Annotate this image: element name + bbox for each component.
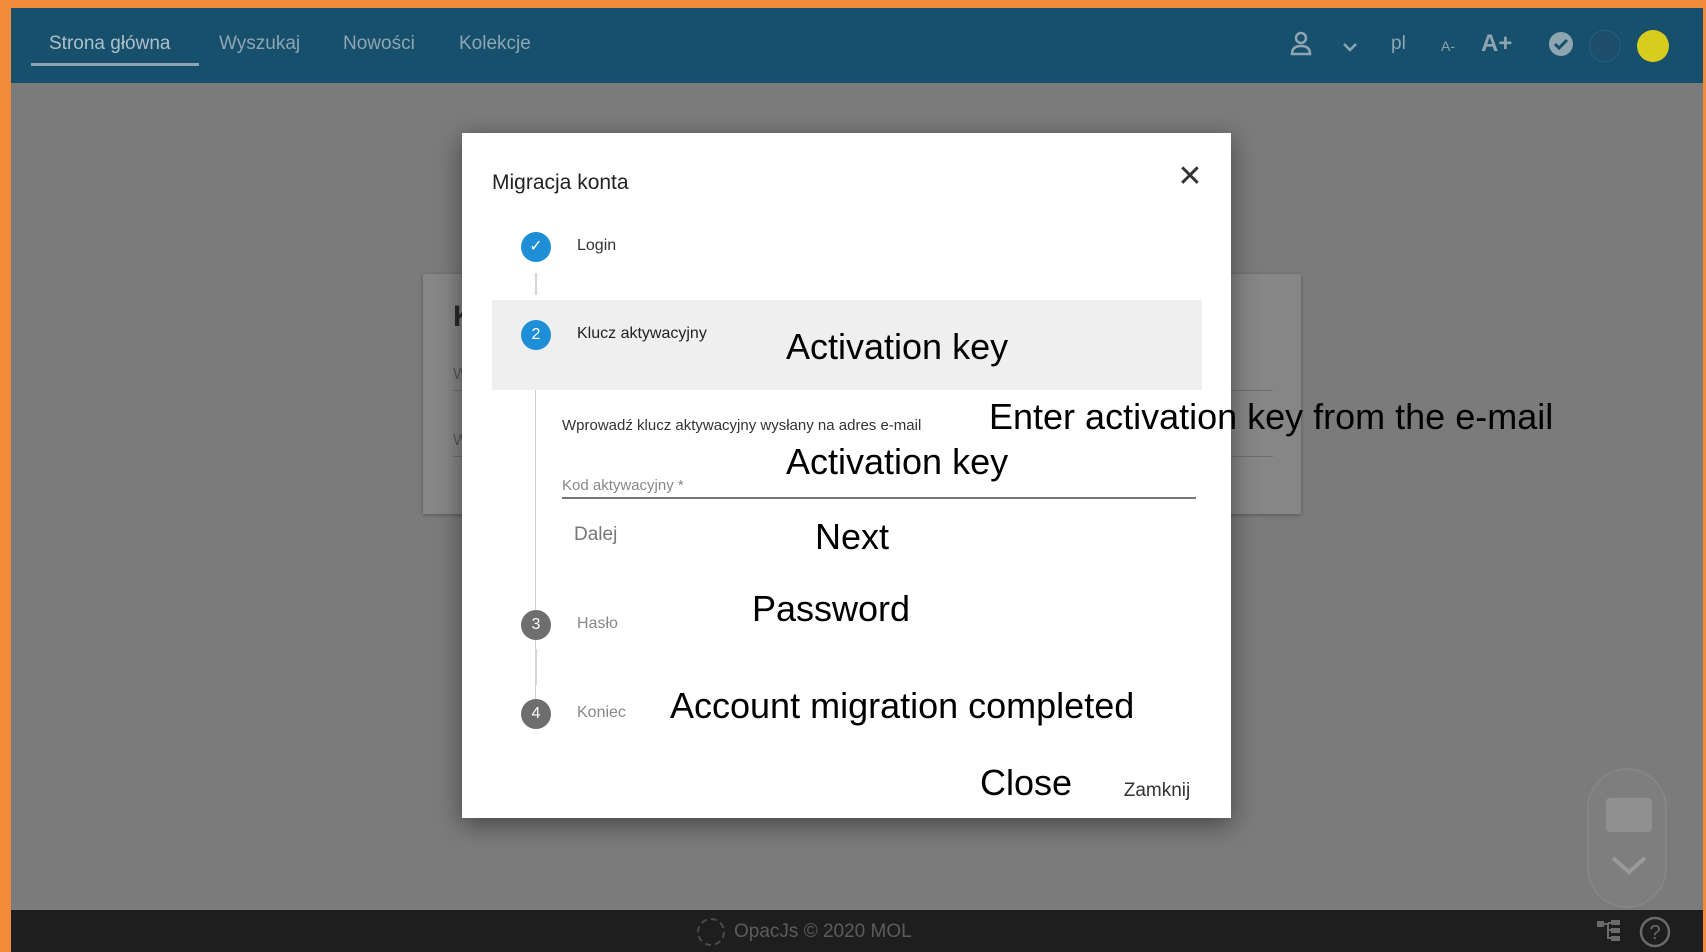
chevron-down-icon[interactable]: [1341, 34, 1359, 60]
step-4-number: 4: [521, 699, 551, 729]
nav-link-news[interactable]: Nowości: [343, 33, 415, 55]
nav-link-home[interactable]: Strona główna: [49, 33, 170, 55]
step-2-number: 2: [521, 320, 551, 350]
activation-description: Wprowadź klucz aktywacyjny wysłany na ad…: [562, 417, 922, 434]
step-connector: [535, 273, 537, 295]
overlay-next: Next: [815, 516, 890, 557]
sitemap-icon[interactable]: [1595, 918, 1623, 948]
dialog-title: Migracja konta: [492, 171, 629, 194]
overlay-password: Password: [752, 588, 911, 629]
close-button[interactable]: Zamknij: [1112, 773, 1202, 809]
svg-text:?: ?: [1649, 922, 1660, 944]
active-tab-indicator: [31, 63, 199, 66]
overlay-activation-key-field: Activation key: [786, 441, 1009, 482]
font-decrease-button[interactable]: A-: [1441, 38, 1455, 54]
overlay-enter-key: Enter activation key from the e-mail: [989, 396, 1554, 437]
theme-dark-dot[interactable]: [1589, 30, 1621, 62]
help-icon[interactable]: ?: [1639, 916, 1671, 952]
close-icon[interactable]: ✕: [1172, 159, 1208, 195]
overlay-close: Close: [980, 762, 1073, 803]
contrast-check-icon[interactable]: [1547, 30, 1575, 64]
user-icon[interactable]: [1289, 30, 1313, 62]
nav-link-search[interactable]: Wyszukaj: [219, 33, 300, 55]
footer-text: OpacJs © 2020 MOL: [734, 921, 912, 942]
theme-yellow-dot[interactable]: [1637, 30, 1669, 62]
top-navbar: Strona główna Wyszukaj Nowości Kolekcje …: [11, 8, 1703, 83]
nav-link-collections[interactable]: Kolekcje: [459, 33, 531, 55]
step-1-check-icon: ✓: [521, 232, 551, 262]
overlay-completed: Account migration completed: [670, 685, 1135, 726]
font-increase-button[interactable]: A+: [1481, 30, 1512, 58]
scroll-widget[interactable]: [1587, 768, 1667, 908]
step-4-label: Koniec: [577, 704, 626, 721]
step-3-number: 3: [521, 610, 551, 640]
overlay-activation-key: Activation key: [786, 326, 1009, 367]
next-button[interactable]: Dalej: [574, 515, 654, 555]
step-1-label: Login: [577, 237, 617, 254]
footer: OpacJs © 2020 MOL ?: [11, 910, 1703, 952]
step-connector: [535, 649, 537, 685]
step-3-label: Hasło: [577, 615, 618, 632]
scroll-grip-icon[interactable]: [1606, 798, 1652, 832]
opac-logo-icon: [697, 918, 725, 946]
scroll-down-icon[interactable]: [1609, 848, 1649, 887]
language-selector[interactable]: pl: [1391, 33, 1406, 55]
step-2-label: Klucz aktywacyjny: [577, 325, 707, 342]
